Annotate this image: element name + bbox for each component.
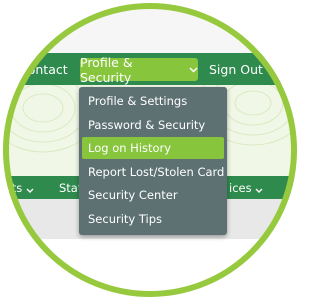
profile-security-dropdown: Profile & Settings Password & Security L… xyxy=(79,87,227,235)
top-navigation-bar: Contact Profile & Security Sign Out xyxy=(3,53,297,85)
nav-profile-security-label: Profile & Security xyxy=(80,54,133,85)
nav-profile-security-button[interactable]: Profile & Security xyxy=(80,55,198,85)
menu-item-log-on-history[interactable]: Log on History xyxy=(82,137,224,159)
chevron-down-icon xyxy=(26,186,34,196)
chevron-down-icon xyxy=(189,66,198,76)
circular-frame: Contact Profile & Security Sign Out rts … xyxy=(3,3,297,297)
subnav-item-3-label: ices xyxy=(229,181,252,195)
nav-sign-out[interactable]: Sign Out xyxy=(209,62,263,77)
nav-contact[interactable]: Contact xyxy=(19,62,68,77)
subnav-item-1-label: rts xyxy=(7,181,23,195)
menu-item-password-security[interactable]: Password & Security xyxy=(82,114,224,136)
menu-item-profile-settings[interactable]: Profile & Settings xyxy=(82,90,224,112)
subnav-item-3[interactable]: ices xyxy=(229,181,263,195)
menu-item-security-center[interactable]: Security Center xyxy=(82,184,224,206)
chevron-down-icon xyxy=(255,186,263,196)
lower-area xyxy=(3,239,297,297)
menu-item-report-lost-stolen-card[interactable]: Report Lost/Stolen Card xyxy=(82,161,224,183)
subnav-item-1[interactable]: rts xyxy=(7,181,34,195)
top-strip xyxy=(3,3,297,53)
menu-item-security-tips[interactable]: Security Tips xyxy=(82,208,224,230)
